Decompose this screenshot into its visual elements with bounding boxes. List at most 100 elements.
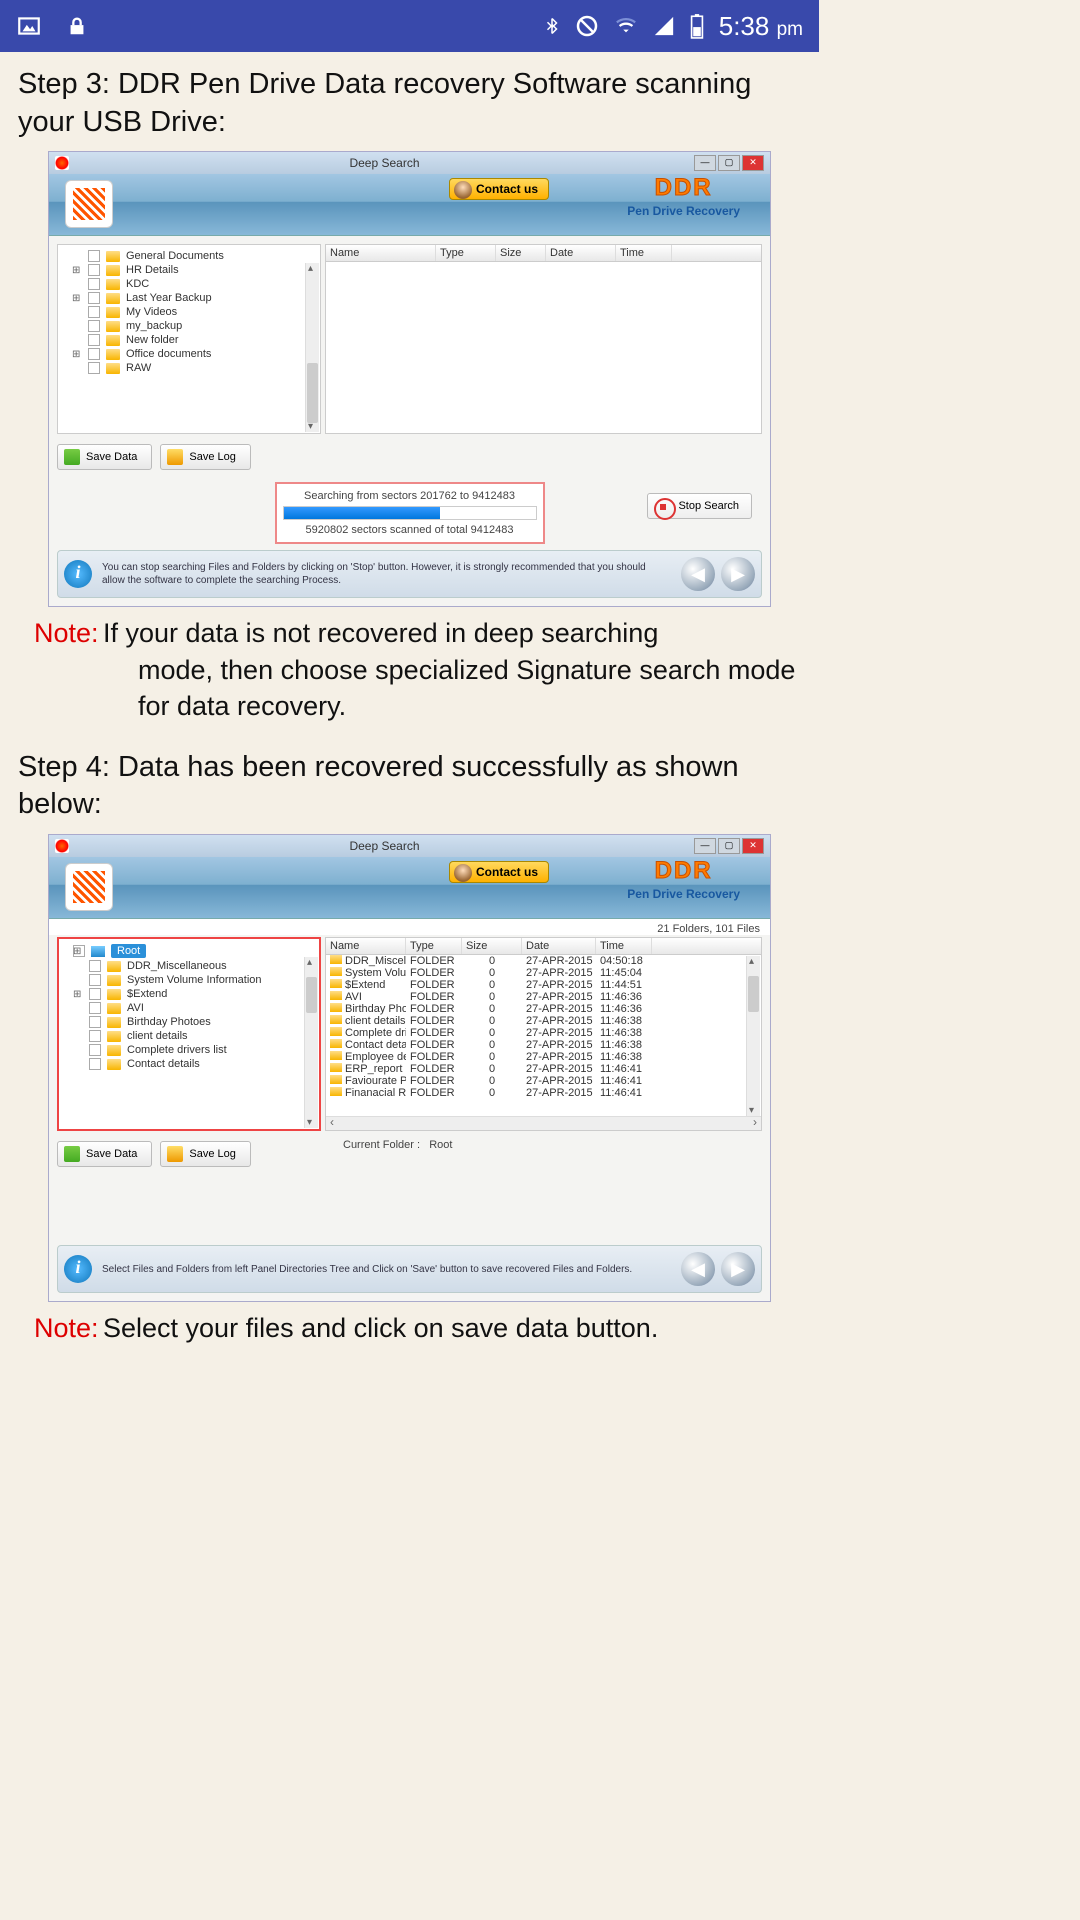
tree-item[interactable]: KDC	[58, 277, 320, 291]
brand-subtitle: Pen Drive Recovery	[627, 204, 740, 218]
picture-icon	[16, 13, 42, 39]
progress-bar	[283, 506, 537, 520]
col-type[interactable]: Type	[436, 245, 496, 261]
col-date[interactable]: Date	[522, 938, 596, 954]
minimize-button[interactable]: —	[694, 155, 716, 171]
tree-item[interactable]: Complete drivers list	[59, 1043, 319, 1057]
logo-icon	[65, 863, 113, 911]
minimize-button[interactable]: —	[694, 838, 716, 854]
tree-item[interactable]: $Extend	[59, 987, 319, 1001]
tree-item[interactable]: Office documents	[58, 347, 320, 361]
tree-item[interactable]: New folder	[58, 333, 320, 347]
titlebar: Deep Search — ▢ ✕	[49, 152, 770, 174]
app-icon	[55, 156, 69, 170]
header-ribbon: Contact us DDR Pen Drive Recovery	[49, 857, 770, 919]
tree-item[interactable]: System Volume Information	[59, 973, 319, 987]
tree-item[interactable]: Birthday Photoes	[59, 1015, 319, 1029]
info-text: Select Files and Folders from left Panel…	[102, 1263, 671, 1276]
tree-item[interactable]: DDR_Miscellaneous	[59, 959, 319, 973]
close-button[interactable]: ✕	[742, 838, 764, 854]
save-log-button[interactable]: Save Log	[160, 1141, 250, 1167]
window-title: Deep Search	[75, 839, 694, 853]
step4-title: Step 4: Data has been recovered successf…	[18, 749, 801, 824]
status-time: 5:38 pm	[719, 11, 803, 42]
brand-text: DDR	[627, 174, 740, 202]
search-progress-box: Searching from sectors 201762 to 9412483…	[275, 482, 545, 544]
table-row[interactable]: AVIFOLDER027-APR-201511:46:36	[326, 991, 761, 1003]
step3-title: Step 3: DDR Pen Drive Data recovery Soft…	[18, 66, 801, 141]
maximize-button[interactable]: ▢	[718, 155, 740, 171]
table-row[interactable]: Contact detailsFOLDER027-APR-201511:46:3…	[326, 1039, 761, 1051]
tree-item[interactable]: HR Details	[58, 263, 320, 277]
tree-item[interactable]: my_backup	[58, 319, 320, 333]
no-sign-icon	[575, 14, 599, 38]
nav-next-button[interactable]: ▶	[721, 1252, 755, 1286]
table-row[interactable]: ERP_reportFOLDER027-APR-201511:46:41	[326, 1063, 761, 1075]
tree-item[interactable]: RAW	[58, 361, 320, 375]
tree-scrollbar[interactable]	[304, 957, 318, 1128]
nav-next-button[interactable]: ▶	[721, 557, 755, 591]
table-row[interactable]: Employee det...FOLDER027-APR-201511:46:3…	[326, 1051, 761, 1063]
table-row[interactable]: $ExtendFOLDER027-APR-201511:44:51	[326, 979, 761, 991]
col-time[interactable]: Time	[616, 245, 672, 261]
folder-tree-panel[interactable]: RootDDR_MiscellaneousSystem Volume Infor…	[57, 937, 321, 1131]
tree-item[interactable]: Contact details	[59, 1057, 319, 1071]
table-row[interactable]: client detailsFOLDER027-APR-201511:46:38	[326, 1015, 761, 1027]
nav-prev-button[interactable]: ◀	[681, 1252, 715, 1286]
app-window-scanning: Deep Search — ▢ ✕ Contact us DDR Pen Dri…	[48, 151, 771, 607]
table-row[interactable]: System Volu...FOLDER027-APR-201511:45:04	[326, 967, 761, 979]
table-row[interactable]: Birthday Phot...FOLDER027-APR-201511:46:…	[326, 1003, 761, 1015]
col-name[interactable]: Name	[326, 245, 436, 261]
tree-item[interactable]: My Videos	[58, 305, 320, 319]
table-row[interactable]: Faviourate Pi...FOLDER027-APR-201511:46:…	[326, 1075, 761, 1087]
tree-root[interactable]: Root	[59, 943, 319, 959]
count-line: 21 Folders, 101 Files	[49, 919, 770, 935]
col-type[interactable]: Type	[406, 938, 462, 954]
table-row[interactable]: Finanacial Re...FOLDER027-APR-201511:46:…	[326, 1087, 761, 1099]
stop-search-button[interactable]: Stop Search	[647, 493, 752, 519]
header-ribbon: Contact us DDR Pen Drive Recovery	[49, 174, 770, 236]
contact-us-button[interactable]: Contact us	[449, 861, 549, 883]
col-size[interactable]: Size	[462, 938, 522, 954]
info-icon	[64, 560, 92, 588]
col-date[interactable]: Date	[546, 245, 616, 261]
list-header: Name Type Size Date Time	[326, 245, 761, 262]
folder-tree-panel[interactable]: General DocumentsHR DetailsKDCLast Year …	[57, 244, 321, 434]
col-name[interactable]: Name	[326, 938, 406, 954]
col-time[interactable]: Time	[596, 938, 652, 954]
list-scrollbar[interactable]	[746, 956, 760, 1116]
note2-label: Note:	[34, 1313, 99, 1343]
search-line-1: Searching from sectors 201762 to 9412483	[283, 490, 537, 502]
col-size[interactable]: Size	[496, 245, 546, 261]
tree-item[interactable]: client details	[59, 1029, 319, 1043]
maximize-button[interactable]: ▢	[718, 838, 740, 854]
app-window-results: Deep Search — ▢ ✕ Contact us DDR Pen Dri…	[48, 834, 771, 1302]
save-data-button[interactable]: Save Data	[57, 444, 152, 470]
nav-prev-button[interactable]: ◀	[681, 557, 715, 591]
tree-item[interactable]: Last Year Backup	[58, 291, 320, 305]
note2-text: Select your files and click on save data…	[103, 1313, 658, 1343]
file-list-panel[interactable]: Name Type Size Date Time	[325, 244, 762, 434]
table-row[interactable]: DDR_Miscella...FOLDER027-APR-201504:50:1…	[326, 955, 761, 967]
battery-icon	[689, 13, 705, 39]
wifi-icon	[613, 15, 639, 37]
save-log-button[interactable]: Save Log	[160, 444, 250, 470]
search-line-2: 5920802 sectors scanned of total 9412483	[283, 524, 537, 536]
bluetooth-icon	[543, 13, 561, 39]
signal-icon	[653, 15, 675, 37]
tree-item[interactable]: General Documents	[58, 249, 320, 263]
table-row[interactable]: Complete dri...FOLDER027-APR-201511:46:3…	[326, 1027, 761, 1039]
save-data-button[interactable]: Save Data	[57, 1141, 152, 1167]
info-text: You can stop searching Files and Folders…	[102, 561, 671, 587]
app-icon	[55, 839, 69, 853]
lock-icon	[66, 13, 88, 39]
tree-item[interactable]: AVI	[59, 1001, 319, 1015]
android-status-bar: 5:38 pm	[0, 0, 819, 52]
file-list-panel[interactable]: Name Type Size Date Time DDR_Miscella...…	[325, 937, 762, 1131]
brand-text: DDR	[627, 857, 740, 885]
tree-scrollbar[interactable]	[305, 263, 319, 432]
contact-us-button[interactable]: Contact us	[449, 178, 549, 200]
horizontal-scrollbar[interactable]	[326, 1116, 761, 1130]
brand-subtitle: Pen Drive Recovery	[627, 887, 740, 901]
close-button[interactable]: ✕	[742, 155, 764, 171]
